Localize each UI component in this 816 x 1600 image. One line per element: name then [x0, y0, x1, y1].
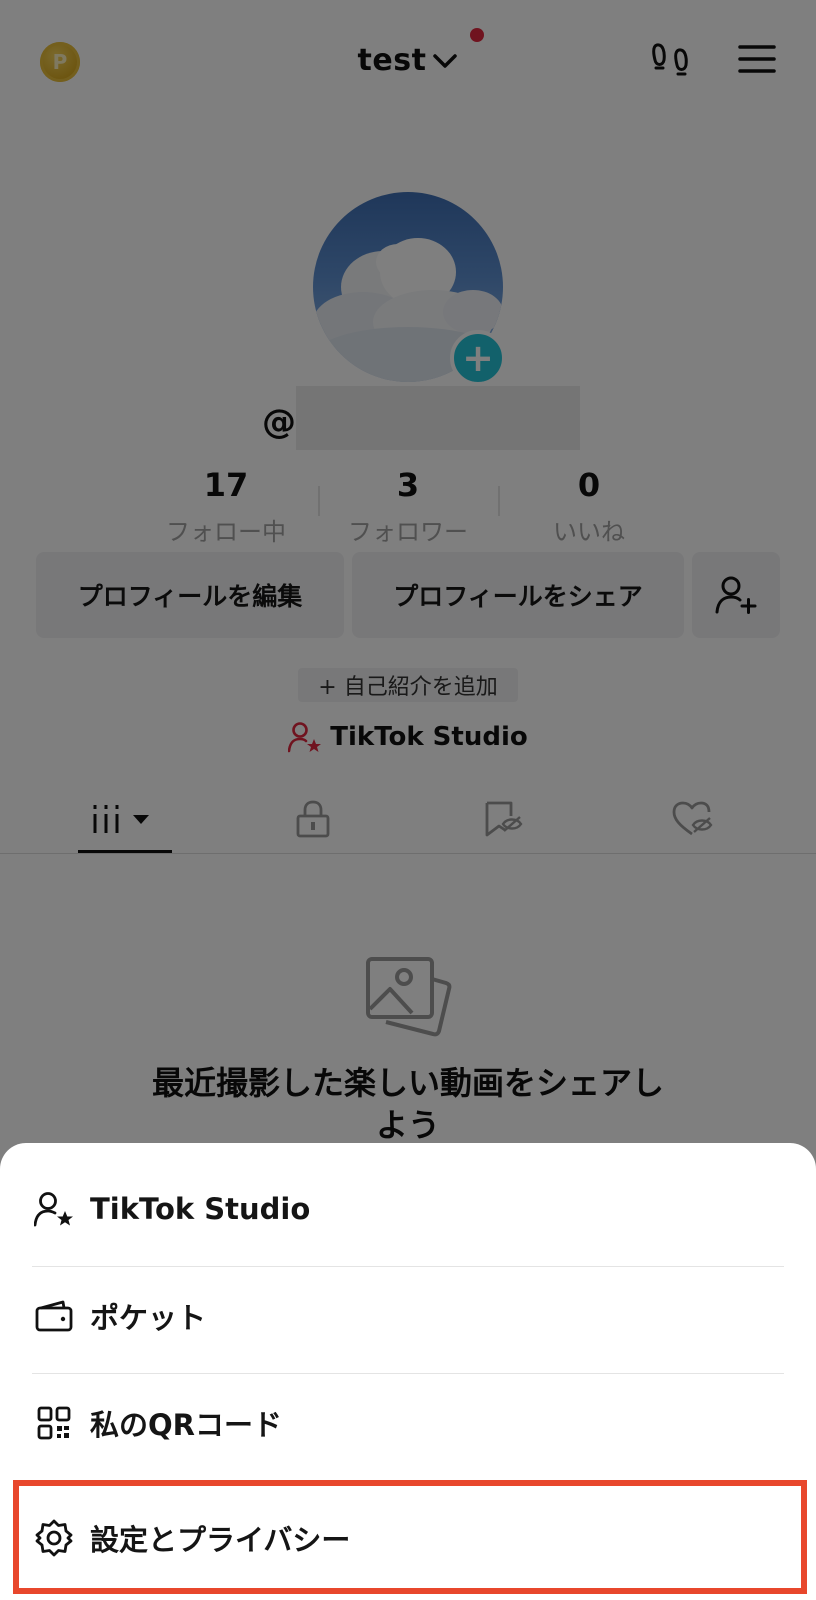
menu-item-label: 私のQRコード: [90, 1408, 282, 1442]
qr-code-icon: [32, 1401, 76, 1445]
highlight-box: [13, 1480, 807, 1594]
menu-item-pocket[interactable]: ポケット: [32, 1263, 784, 1369]
menu-item-my-qr-code[interactable]: 私のQRコード: [32, 1370, 784, 1476]
wallet-icon: [32, 1294, 76, 1338]
person-star-icon: [32, 1187, 76, 1231]
menu-item-tiktok-studio[interactable]: TikTok Studio: [32, 1156, 784, 1262]
menu-item-label: TikTok Studio: [90, 1192, 311, 1226]
menu-item-label: ポケット: [90, 1301, 207, 1335]
